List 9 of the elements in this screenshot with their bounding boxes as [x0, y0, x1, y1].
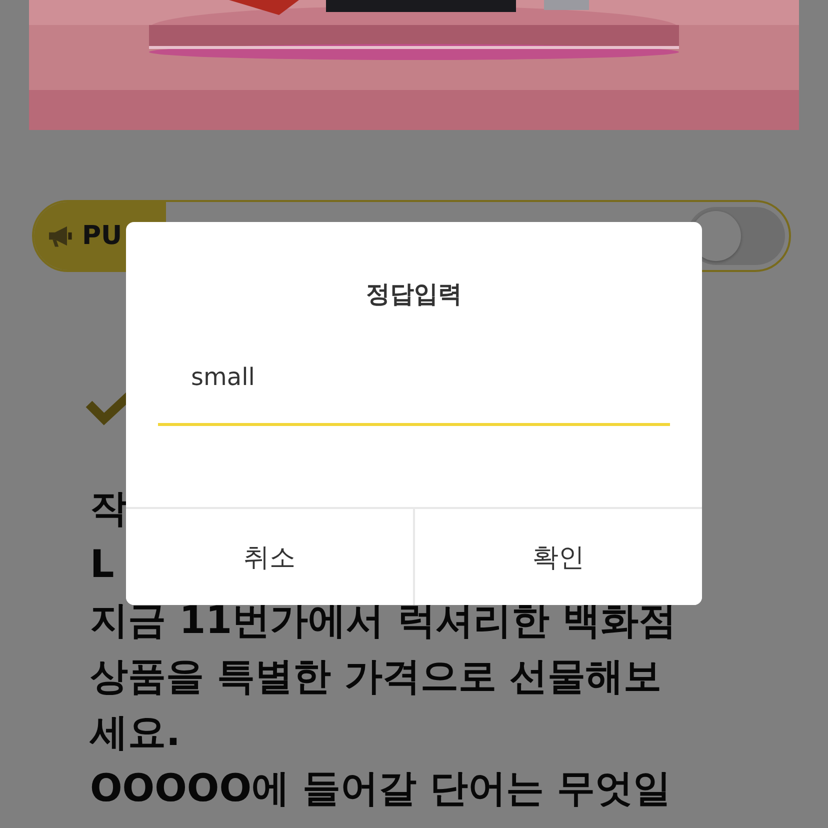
answer-field[interactable]: small — [158, 360, 670, 426]
question-text: L — [90, 541, 114, 588]
dialog-title: 정답입력 — [366, 279, 462, 310]
question-text: 작 — [90, 485, 128, 532]
question-text: 세요. — [90, 709, 180, 756]
push-label: PU — [82, 221, 122, 251]
question-text: OOOOO에 들어갈 단어는 무엇일 — [90, 765, 672, 812]
cancel-button[interactable]: 취소 — [126, 509, 415, 605]
question-text: 상품을 특별한 가격으로 선물해보 — [90, 653, 662, 700]
